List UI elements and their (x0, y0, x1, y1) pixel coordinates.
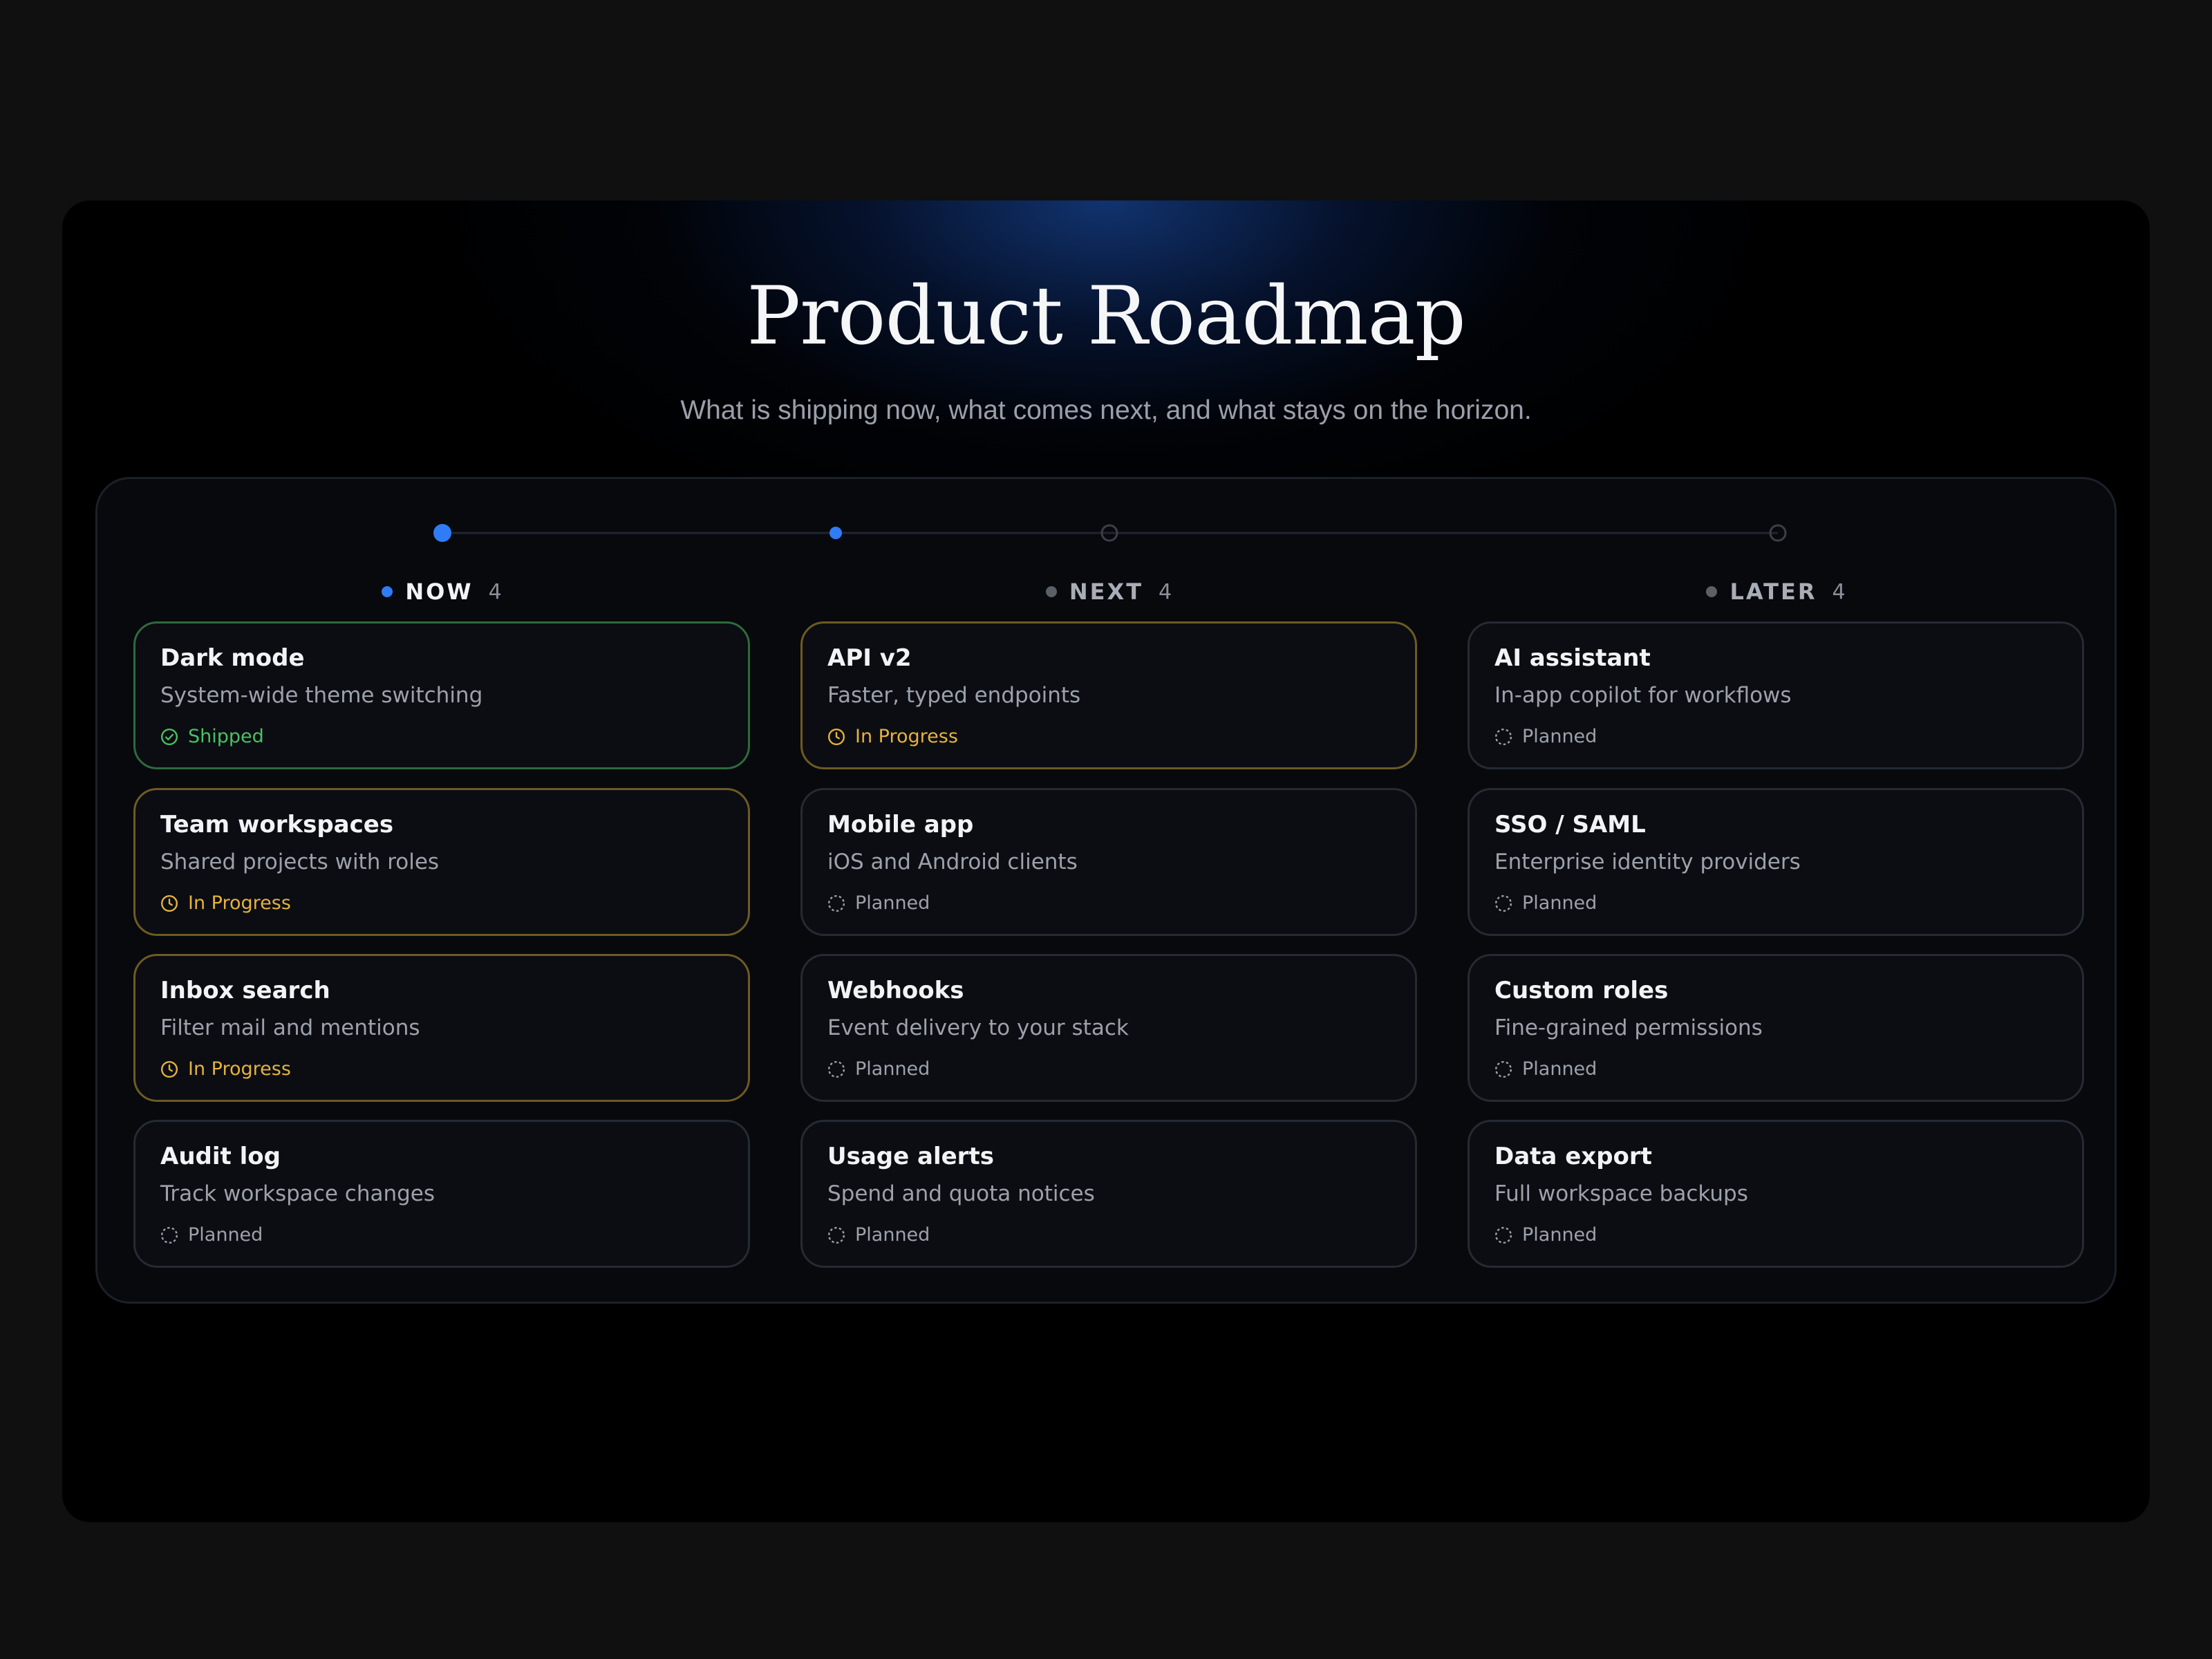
roadmap-card[interactable]: Custom roles Fine-grained permissions Plan… (1468, 954, 2084, 1102)
clock-icon (160, 894, 178, 912)
status-badge: Planned (827, 1224, 930, 1246)
status-label: In Progress (855, 726, 958, 747)
card-title: Mobile app (827, 811, 974, 838)
timeline-node-current (433, 524, 451, 542)
status-badge: Planned (1494, 726, 1597, 747)
roadmap-window: Product Roadmap What is shipping now, wh… (62, 200, 2150, 1522)
progress-timeline (433, 524, 1787, 542)
dashed-circle-icon (160, 1226, 178, 1244)
card-description: Full workspace backups (1494, 1181, 1748, 1206)
roadmap-board: NOW 4 Dark mode System-wide theme switching… (95, 477, 2117, 1304)
status-label: In Progress (188, 892, 291, 914)
column-label: NEXT (1069, 579, 1144, 605)
roadmap-card[interactable]: Dark mode System-wide theme switching Ship… (133, 621, 750, 769)
roadmap-card[interactable]: SSO / SAML Enterprise identity providers P… (1468, 788, 2084, 936)
status-badge: In Progress (827, 726, 958, 747)
status-label: In Progress (188, 1058, 291, 1080)
card-title: Inbox search (160, 977, 330, 1004)
card-description: System-wide theme switching (160, 683, 483, 708)
card-description: Filter mail and mentions (160, 1015, 420, 1040)
dashed-circle-icon (1494, 894, 1512, 912)
check-circle-icon (160, 728, 178, 746)
status-label: Planned (1522, 726, 1597, 747)
column-count: 4 (1159, 579, 1172, 604)
status-label: Planned (188, 1224, 263, 1246)
card-description: Enterprise identity providers (1494, 850, 1801, 874)
dashed-circle-icon (827, 1226, 845, 1244)
column-status-dot (1045, 586, 1057, 597)
status-label: Planned (855, 892, 930, 914)
column-header-later: LATER 4 (1568, 574, 1983, 609)
card-description: iOS and Android clients (827, 850, 1078, 874)
card-description: Spend and quota notices (827, 1181, 1095, 1206)
card-title: AI assistant (1494, 644, 1651, 672)
clock-icon (160, 1060, 178, 1078)
status-label: Planned (1522, 1058, 1597, 1080)
status-badge: Shipped (160, 726, 264, 747)
timeline-node-done (830, 527, 842, 539)
status-label: Planned (1522, 892, 1597, 914)
column-count: 4 (1832, 579, 1846, 604)
card-title: SSO / SAML (1494, 811, 1646, 838)
column-header-next: NEXT 4 (901, 574, 1316, 609)
column-header-now: NOW 4 (234, 574, 649, 609)
card-title: Custom roles (1494, 977, 1669, 1004)
card-title: Team workspaces (160, 811, 394, 838)
card-title: API v2 (827, 644, 912, 672)
roadmap-card[interactable]: Mobile app iOS and Android clients Planned (800, 788, 1417, 936)
card-description: Track workspace changes (160, 1181, 435, 1206)
column-status-dot (1706, 586, 1718, 597)
card-title: Data export (1494, 1143, 1652, 1170)
card-description: Shared projects with roles (160, 850, 440, 874)
clock-icon (827, 728, 845, 746)
column-count: 4 (488, 579, 502, 604)
card-title: Audit log (160, 1143, 281, 1170)
card-description: Faster, typed endpoints (827, 683, 1081, 708)
card-description: In-app copilot for workflows (1494, 683, 1792, 708)
page-title: Product Roadmap (747, 270, 1466, 363)
dashed-circle-icon (1494, 1226, 1512, 1244)
status-label: Planned (1522, 1224, 1597, 1246)
status-label: Planned (855, 1224, 930, 1246)
roadmap-card[interactable]: Webhooks Event delivery to your stack Plan… (800, 954, 1417, 1102)
status-badge: Planned (1494, 892, 1597, 914)
dashed-circle-icon (827, 1060, 845, 1078)
roadmap-card[interactable]: AI assistant In-app copilot for workflows… (1468, 621, 2084, 769)
dashed-circle-icon (827, 894, 845, 912)
status-badge: In Progress (160, 1058, 291, 1080)
status-badge: Planned (1494, 1224, 1597, 1246)
status-badge: Planned (827, 892, 930, 914)
status-badge: Planned (160, 1224, 263, 1246)
status-badge: Planned (827, 1058, 930, 1080)
card-description: Fine-grained permissions (1494, 1015, 1763, 1040)
roadmap-card[interactable]: Data export Full workspace backups Planned (1468, 1120, 2084, 1268)
card-title: Usage alerts (827, 1143, 994, 1170)
roadmap-card[interactable]: API v2 Faster, typed endpoints In Progress (800, 621, 1417, 769)
roadmap-card[interactable]: Audit log Track workspace changes Planned (133, 1120, 750, 1268)
status-badge: Planned (1494, 1058, 1597, 1080)
card-title: Webhooks (827, 977, 964, 1004)
dashed-circle-icon (1494, 728, 1512, 746)
column-label: NOW (405, 579, 474, 605)
column-label: LATER (1730, 579, 1817, 605)
card-description: Event delivery to your stack (827, 1015, 1129, 1040)
roadmap-card[interactable]: Usage alerts Spend and quota notices Plann… (800, 1120, 1417, 1268)
page-subtitle: What is shipping now, what comes next, a… (680, 395, 1532, 425)
status-label: Shipped (188, 726, 264, 747)
column-status-dot (382, 586, 393, 597)
status-badge: In Progress (160, 892, 291, 914)
roadmap-card[interactable]: Inbox search Filter mail and mentions In P… (133, 954, 750, 1102)
status-label: Planned (855, 1058, 930, 1080)
roadmap-card[interactable]: Team workspaces Shared projects with role… (133, 788, 750, 936)
dashed-circle-icon (1494, 1060, 1512, 1078)
card-title: Dark mode (160, 644, 305, 672)
